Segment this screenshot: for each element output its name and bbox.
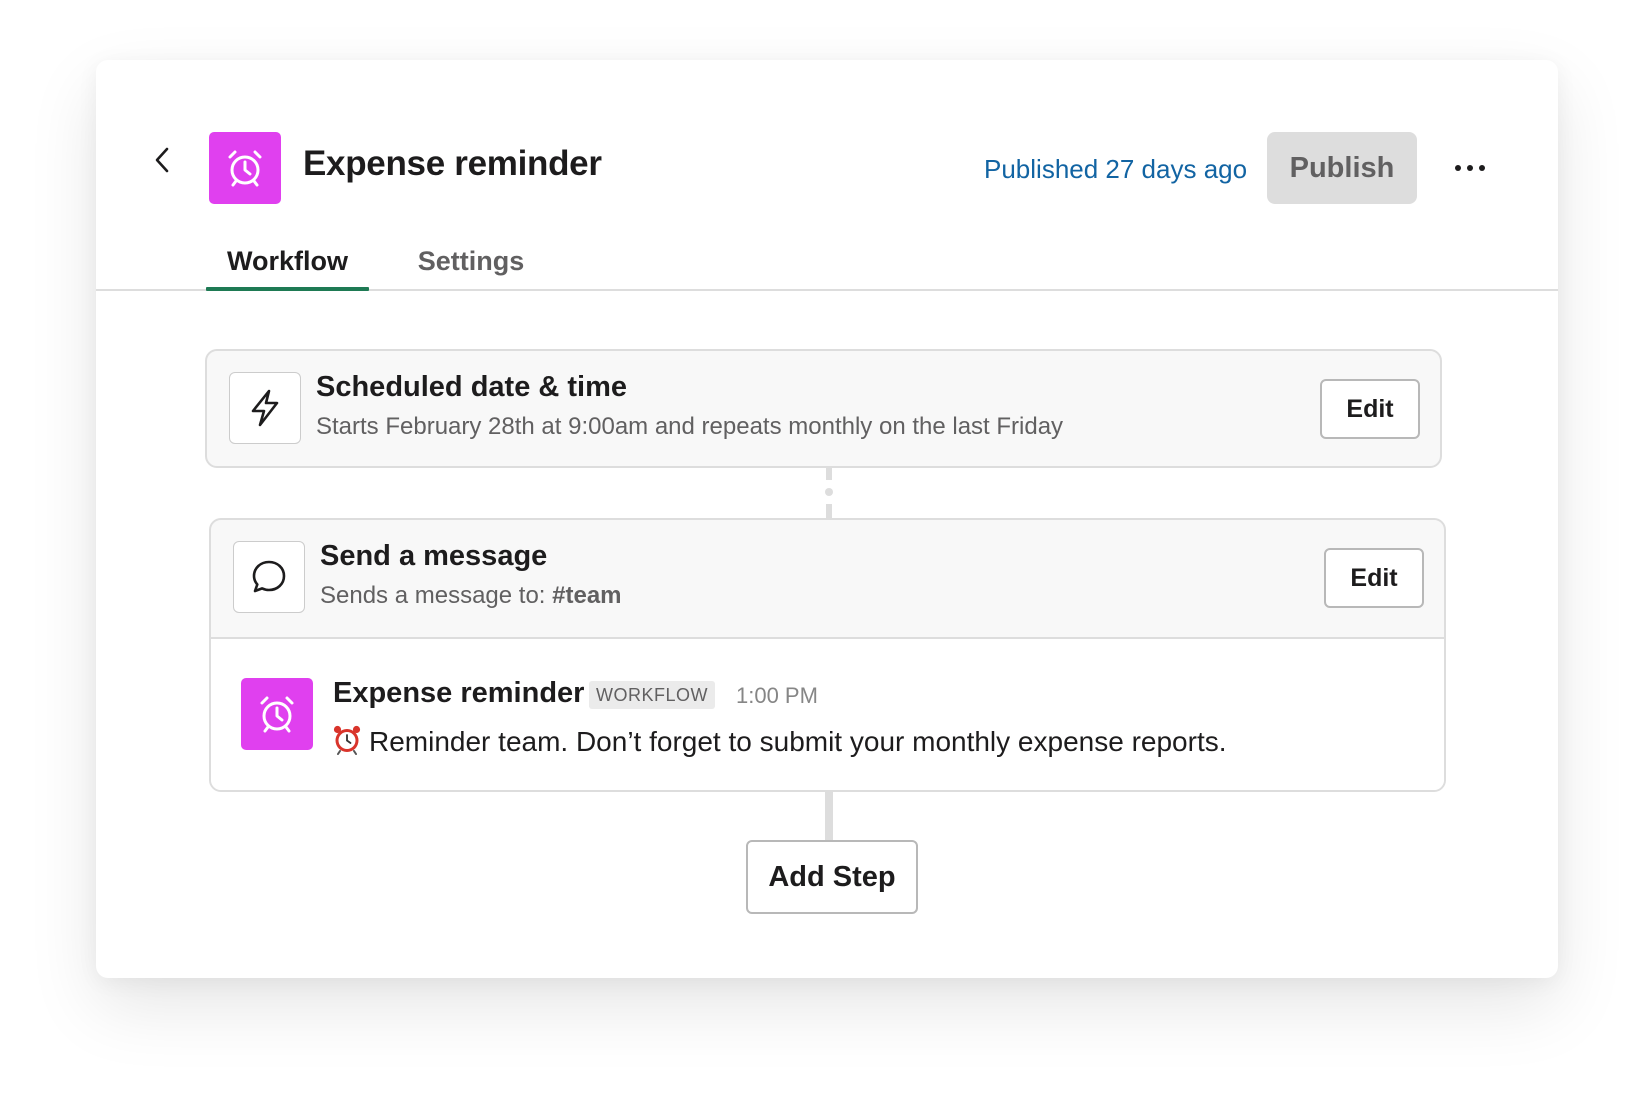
trigger-step-description: Starts February 28th at 9:00am and repea… (316, 413, 1064, 440)
workflow-badge: WORKFLOW (589, 681, 715, 709)
workflow-app-icon (209, 132, 281, 204)
message-preview: Expense reminder WORKFLOW 1:00 PM Remind… (211, 637, 1444, 790)
page-title: Expense reminder (303, 144, 602, 183)
chevron-left-icon (155, 147, 169, 173)
lightning-bolt-icon (251, 389, 279, 427)
message-step-description: Sends a message to: #team (320, 582, 622, 610)
message-step-header: Send a message Sends a message to: #team… (211, 520, 1444, 637)
speech-bubble-icon (252, 560, 286, 593)
trigger-step-title: Scheduled date & time (316, 371, 628, 403)
message-step-description-prefix: Sends a message to: (320, 582, 553, 609)
publish-button[interactable]: Publish (1267, 132, 1417, 204)
avatar (241, 678, 313, 750)
message-text-content: Reminder team. Don’t forget to submit yo… (369, 726, 1227, 757)
trigger-icon-box (229, 372, 301, 444)
trigger-step-header: Scheduled date & time Starts February 28… (207, 351, 1440, 468)
message-icon-box (233, 541, 305, 613)
message-sender-name: Expense reminder (333, 677, 585, 709)
message-step-title: Send a message (320, 540, 548, 572)
tab-workflow[interactable]: Workflow (206, 232, 369, 290)
more-dot-icon (1455, 165, 1461, 171)
tab-settings[interactable]: Settings (396, 232, 546, 290)
message-timestamp: 1:00 PM (736, 683, 818, 708)
message-step-card: Send a message Sends a message to: #team… (209, 518, 1446, 792)
edit-trigger-button[interactable]: Edit (1320, 379, 1420, 439)
back-button[interactable] (148, 146, 176, 174)
more-dot-icon (1479, 165, 1485, 171)
workflow-editor-card: Expense reminder Published 27 days ago P… (96, 60, 1558, 978)
alarm-clock-emoji-icon (333, 725, 361, 755)
message-text: Reminder team. Don’t forget to submit yo… (331, 723, 1227, 758)
published-status-link[interactable]: Published 27 days ago (984, 154, 1247, 185)
add-step-button[interactable]: Add Step (746, 840, 918, 914)
step-connector (825, 468, 833, 518)
active-tab-indicator (206, 287, 369, 291)
step-connector-line (825, 792, 833, 842)
alarm-clock-icon (228, 150, 262, 187)
channel-name: #team (552, 582, 622, 609)
more-options-button[interactable] (1448, 148, 1492, 188)
alarm-clock-icon (260, 696, 294, 733)
more-dot-icon (1467, 165, 1473, 171)
trigger-step-card: Scheduled date & time Starts February 28… (205, 349, 1442, 468)
edit-message-button[interactable]: Edit (1324, 548, 1424, 608)
